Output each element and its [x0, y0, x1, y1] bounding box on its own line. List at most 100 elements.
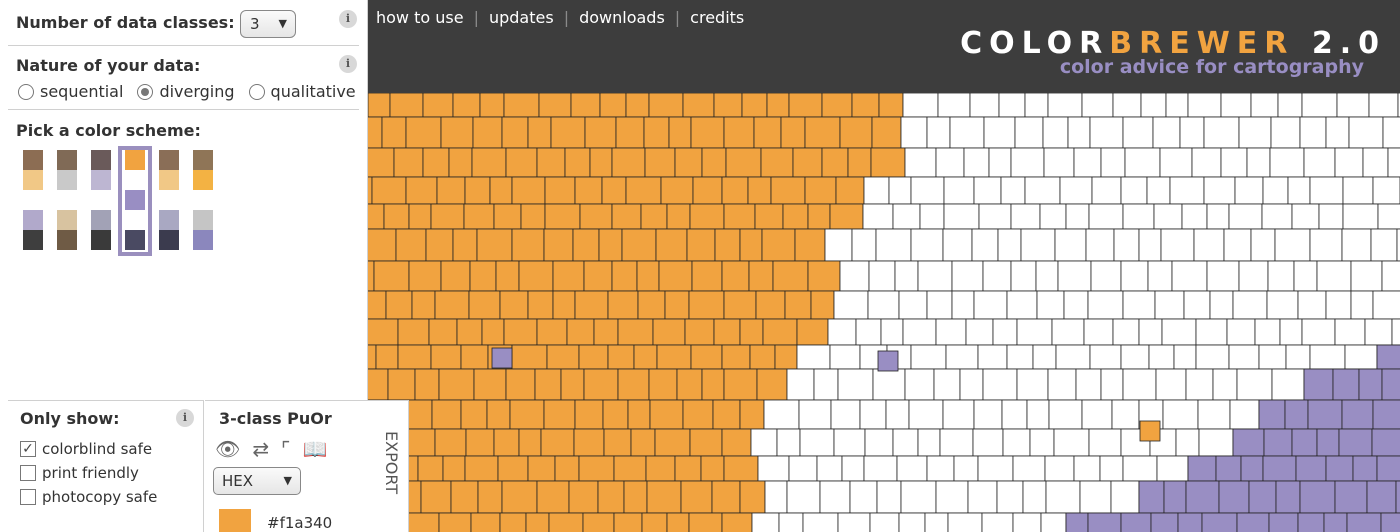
county[interactable]: [493, 428, 520, 457]
county[interactable]: [1073, 455, 1101, 482]
county[interactable]: [550, 116, 586, 149]
county[interactable]: [1372, 176, 1400, 205]
county[interactable]: [690, 116, 725, 149]
county[interactable]: [1344, 344, 1378, 370]
county[interactable]: [560, 368, 585, 401]
county[interactable]: [1287, 176, 1311, 205]
county[interactable]: [1250, 93, 1279, 118]
county[interactable]: [1160, 228, 1195, 262]
county[interactable]: [725, 147, 762, 178]
county[interactable]: [1139, 420, 1161, 442]
county[interactable]: [1238, 116, 1272, 149]
county[interactable]: [1238, 260, 1269, 292]
county[interactable]: [1325, 116, 1350, 149]
county[interactable]: [1032, 344, 1057, 370]
county[interactable]: [625, 176, 662, 205]
county[interactable]: [1090, 260, 1122, 292]
county[interactable]: [633, 344, 658, 370]
county[interactable]: [1014, 116, 1044, 149]
county[interactable]: [753, 116, 782, 149]
county[interactable]: [898, 512, 926, 532]
county[interactable]: [511, 228, 545, 262]
county[interactable]: [892, 203, 921, 230]
county[interactable]: [776, 428, 801, 457]
county[interactable]: [1022, 480, 1047, 514]
county[interactable]: [1091, 176, 1122, 205]
county[interactable]: [1065, 512, 1089, 532]
county[interactable]: [582, 512, 615, 532]
county[interactable]: [1120, 344, 1150, 370]
county[interactable]: [754, 203, 784, 230]
county[interactable]: [1266, 290, 1299, 320]
county[interactable]: [997, 228, 1022, 262]
county[interactable]: [611, 260, 638, 292]
county[interactable]: [992, 318, 1018, 346]
county[interactable]: [1277, 93, 1303, 118]
county[interactable]: [1085, 228, 1115, 262]
nav-credits[interactable]: credits: [690, 8, 744, 27]
county[interactable]: [527, 116, 552, 149]
county[interactable]: [1203, 176, 1236, 205]
county[interactable]: [1193, 228, 1225, 262]
county[interactable]: [855, 318, 882, 346]
format-select[interactable]: HEX ▼: [213, 467, 301, 495]
county[interactable]: [788, 93, 823, 118]
county[interactable]: [1169, 176, 1205, 205]
county[interactable]: [983, 116, 1016, 149]
county[interactable]: [821, 93, 853, 118]
county[interactable]: [1232, 428, 1265, 457]
county[interactable]: [813, 368, 839, 401]
county[interactable]: [1089, 116, 1124, 149]
county[interactable]: [869, 512, 900, 532]
county[interactable]: [1262, 455, 1297, 482]
county[interactable]: [654, 428, 691, 457]
county[interactable]: [945, 344, 979, 370]
county[interactable]: [579, 203, 613, 230]
county[interactable]: [1269, 147, 1305, 178]
county[interactable]: [1185, 480, 1220, 514]
county[interactable]: [988, 147, 1012, 178]
county[interactable]: [965, 318, 994, 346]
county[interactable]: [908, 399, 944, 430]
county[interactable]: [1316, 260, 1352, 292]
county[interactable]: [876, 480, 902, 514]
county[interactable]: [1029, 428, 1055, 457]
county[interactable]: [1187, 93, 1222, 118]
county[interactable]: [971, 228, 999, 262]
county[interactable]: [1075, 368, 1102, 401]
county[interactable]: [833, 428, 866, 457]
county[interactable]: [381, 116, 407, 149]
transfer-icon[interactable]: ⇄: [252, 437, 269, 461]
county[interactable]: [748, 260, 774, 292]
county[interactable]: [1048, 399, 1083, 430]
color-scheme-option[interactable]: [152, 146, 186, 256]
county[interactable]: [1268, 512, 1299, 532]
county[interactable]: [613, 455, 647, 482]
county[interactable]: [1120, 176, 1148, 205]
county[interactable]: [460, 344, 489, 370]
county[interactable]: [630, 428, 656, 457]
county[interactable]: [543, 228, 574, 262]
county[interactable]: [1212, 368, 1238, 401]
county[interactable]: [792, 147, 823, 178]
county[interactable]: [863, 176, 890, 205]
county[interactable]: [1364, 318, 1393, 346]
county[interactable]: [471, 147, 507, 178]
county[interactable]: [1147, 260, 1173, 292]
county[interactable]: [926, 455, 955, 482]
county[interactable]: [621, 228, 657, 262]
county[interactable]: [584, 116, 617, 149]
county[interactable]: [1232, 290, 1268, 320]
county[interactable]: [1120, 512, 1152, 532]
county[interactable]: [1258, 344, 1287, 370]
county[interactable]: [430, 203, 465, 230]
county[interactable]: [1307, 399, 1343, 430]
county[interactable]: [1120, 260, 1149, 292]
county[interactable]: [470, 512, 501, 532]
county[interactable]: [774, 344, 798, 370]
county[interactable]: [1122, 368, 1157, 401]
county[interactable]: [807, 260, 841, 292]
county[interactable]: [1246, 147, 1271, 178]
county[interactable]: [438, 512, 472, 532]
county[interactable]: [397, 318, 430, 346]
